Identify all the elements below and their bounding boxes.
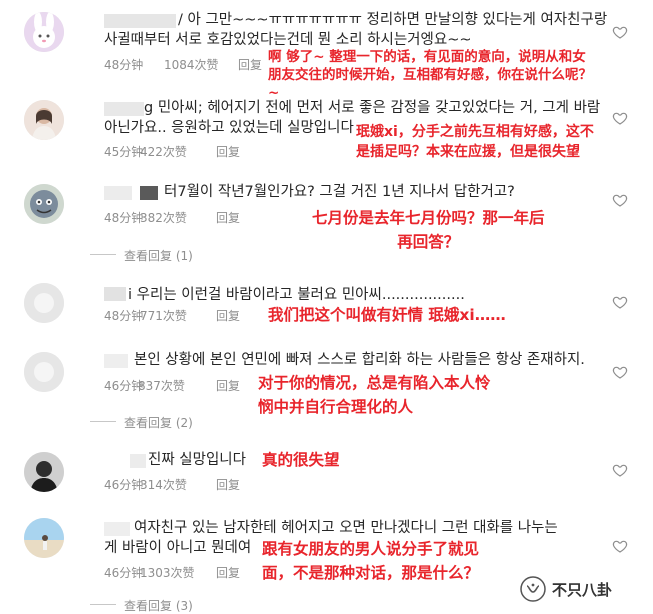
comment-time: 48分钟 [104,58,144,72]
redacted-username [130,454,146,468]
comment-time: 48分钟 [104,309,144,323]
comment-text: / 아 그만~~~ㅠㅠㅠㅠㅠㅠㅠ 정리하면 만날의향 있다는게 여자친구랑 [178,12,608,28]
translation-text: 我们把这个叫做有奸情 珉娥xi…… [268,306,506,324]
comment-likes: 422次赞 [140,145,187,159]
comment-likes: 771次赞 [140,309,187,323]
watermark-text: 不只八卦 [552,580,613,599]
comment-likes: 314次赞 [140,478,187,492]
view-replies-link[interactable]: 查看回复 (3) [90,597,193,614]
like-heart-icon[interactable] [612,462,628,478]
reply-button[interactable]: 回复 [216,377,240,394]
dark-avatar[interactable] [24,452,64,492]
comment-text: 터7월이 작년7월인가요? 그걸 거진 1년 지나서 답한거고? [164,184,515,200]
redacted-username [104,14,176,28]
redacted-username [104,522,130,536]
redacted-username [104,102,144,116]
cartoon-avatar[interactable] [24,184,64,224]
bunny-avatar[interactable] [24,12,64,52]
wechat-channel-icon [520,576,546,602]
comment-likes: 382次赞 [140,211,187,225]
like-heart-icon[interactable] [612,192,628,208]
comment-time: 45分钟 [104,145,144,159]
like-heart-icon[interactable] [612,538,628,554]
redacted-username [104,186,132,200]
translation-text: 跟有女朋友的男人说分手了就见 面，不是那种对话，那是什么？ [262,540,480,582]
comment-text: 진짜 실망입니다 [148,452,246,468]
girl-avatar[interactable] [24,100,64,140]
reply-button[interactable]: 回复 [216,564,240,581]
default-avatar[interactable] [24,352,64,392]
comment-text-line2: 게 바람이 아니고 뭔데여 [104,540,252,556]
comment-likes: 1084次赞 [164,58,219,72]
translation-text: 珉娥xi，分手之前先互相有好感，这不 是插足吗？本来在应援，但是很失望 [356,124,594,160]
default-avatar[interactable] [24,283,64,323]
reply-button[interactable]: 回复 [216,143,240,160]
like-heart-icon[interactable] [612,110,628,126]
comment-text: i 우리는 이런걸 바람이라고 불러요 민아씨.................… [128,287,465,303]
reply-button[interactable]: 回复 [238,56,262,73]
reply-button[interactable]: 回复 [216,209,240,226]
redacted-username [104,287,126,301]
translation-text: 啊 够了~ 整理一下的话，有见面的意向，说明从和女 朋友交往的时候开始，互相都有… [268,49,592,101]
comment-likes: 1303次赞 [140,566,195,580]
comment-text-line2: 아닌가요.. 응원하고 있었는데 실망입니다 [104,120,354,136]
like-heart-icon[interactable] [612,364,628,380]
watermark: 不只八卦 [520,574,612,604]
beach-avatar[interactable] [24,518,64,558]
comment-time: 46分钟 [104,566,144,580]
comment-time: 48分钟 [104,211,144,225]
view-replies-link[interactable]: 查看回复 (1) [90,247,193,264]
comment-text: g 민아씨; 헤어지기 전에 먼저 서로 좋은 감정을 갖고있었다는 거, 그게… [144,100,601,116]
comment-text-line2: 사귈때부터 서로 호감있었다는건데 뭔 소리 하시는거엥요~~ [104,32,472,48]
reply-button[interactable]: 回复 [216,476,240,493]
translation-text: 真的很失望 [262,451,340,469]
like-heart-icon[interactable] [612,24,628,40]
translation-text: 七月份是去年七月份吗？那一年后 再回答？ [312,209,545,251]
translation-text: 对于你的情况，总是有陷入本人怜 悯中并自行合理化的人 [258,374,491,416]
comment-text: 여자친구 있는 남자한테 헤어지고 오면 만나겠다니 그런 대화를 나누는 [134,520,558,536]
redacted-username [140,186,158,200]
comment-text: 본인 상황에 본인 연민에 빠져 스스로 합리화 하는 사람들은 항상 존재하지… [134,352,585,368]
reply-button[interactable]: 回复 [216,307,240,324]
like-heart-icon[interactable] [612,294,628,310]
comment-likes: 837次赞 [138,379,185,393]
comment-time: 46分钟 [104,478,144,492]
redacted-username [104,354,128,368]
view-replies-link[interactable]: 查看回复 (2) [90,414,193,431]
